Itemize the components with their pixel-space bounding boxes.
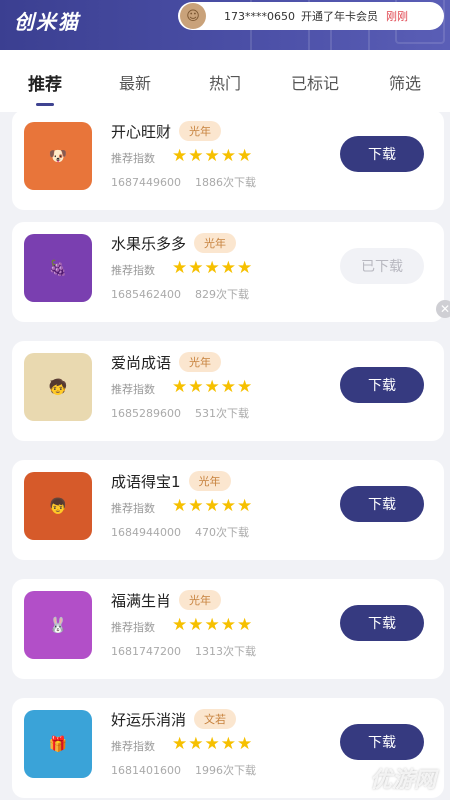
download-count: 1996次下载 [195,764,256,777]
game-card[interactable]: 👦 成语得宝1 光年 推荐指数 ★★★★★ 1684944000 470次下载 下载 [12,460,444,560]
download-count: 1313次下载 [195,645,256,658]
game-meta: 1684944000 470次下载 [111,524,249,540]
publisher-tag: 文若 [194,709,237,729]
rating-label: 推荐指数 [111,152,155,165]
downloaded-button[interactable]: 已下载 [340,248,424,284]
download-button[interactable]: 下载 [340,724,424,760]
download-button[interactable]: 下载 [340,367,424,403]
watermark: 优游网 [369,768,436,793]
rating-stars: ★★★★★ [172,734,254,754]
rating-label: 推荐指数 [111,621,155,634]
rating-label: 推荐指数 [111,264,155,277]
tab-filter[interactable]: 筛选 [360,50,450,112]
publisher-tag: 光年 [194,233,237,253]
notice-phone: 173****0650 [224,9,295,23]
download-count: 531次下载 [195,407,249,420]
close-icon[interactable]: ✕ [436,300,450,318]
download-button[interactable]: 下载 [340,605,424,641]
game-meta: 1681401600 1996次下载 [111,762,256,778]
game-name: 好运乐消消 [111,711,187,729]
download-count: 829次下载 [195,288,249,301]
publisher-tag: 光年 [188,471,231,491]
game-name-row: 水果乐多多 光年 [111,233,237,254]
game-name: 福满生肖 [111,592,172,610]
app-header: 创米猫 ☺ 173****0650 开通了年卡会员 刚刚 [0,0,450,50]
app-logo: 创米猫 [14,10,80,34]
game-id: 1687449600 [111,176,181,189]
game-id: 1681747200 [111,645,181,658]
tab-bar: 推荐 最新 热门 已标记 筛选 [0,50,450,112]
game-card[interactable]: 🐰 福满生肖 光年 推荐指数 ★★★★★ 1681747200 1313次下载 下载 [12,579,444,679]
game-card[interactable]: 🐶 开心旺财 光年 推荐指数 ★★★★★ 1687449600 1886次下载 下载 [12,112,444,210]
rating-stars: ★★★★★ [172,377,254,397]
game-meta: 1685289600 531次下载 [111,405,249,421]
rating-label: 推荐指数 [111,502,155,515]
rating-stars: ★★★★★ [172,496,254,516]
game-name-row: 爱尚成语 光年 [111,352,222,373]
publisher-tag: 光年 [179,352,222,372]
rating-stars: ★★★★★ [172,258,254,278]
game-list[interactable]: 🐶 开心旺财 光年 推荐指数 ★★★★★ 1687449600 1886次下载 下载… [0,112,450,800]
game-card[interactable]: 🧒 爱尚成语 光年 推荐指数 ★★★★★ 1685289600 531次下载 下载 [12,341,444,441]
tab-latest[interactable]: 最新 [90,50,180,112]
download-count: 470次下载 [195,526,249,539]
game-id: 1685462400 [111,288,181,301]
game-icon: 👦 [24,472,92,540]
publisher-tag: 光年 [179,590,222,610]
game-name-row: 福满生肖 光年 [111,590,222,611]
download-count: 1886次下载 [195,176,256,189]
game-name: 成语得宝1 [111,473,181,491]
rating-label: 推荐指数 [111,740,155,753]
game-name-row: 成语得宝1 光年 [111,471,231,492]
tab-hot[interactable]: 热门 [180,50,270,112]
game-id: 1681401600 [111,764,181,777]
game-meta: 1685462400 829次下载 [111,286,249,302]
rating-label: 推荐指数 [111,383,155,396]
game-name: 水果乐多多 [111,235,187,253]
rating-stars: ★★★★★ [172,146,254,166]
notice-time: 刚刚 [386,10,408,23]
game-icon: 🎁 [24,710,92,778]
game-id: 1685289600 [111,407,181,420]
game-id: 1684944000 [111,526,181,539]
notice-message: 开通了年卡会员 [301,10,378,23]
game-name-row: 开心旺财 光年 [111,121,222,142]
user-avatar-icon: ☺ [180,3,206,29]
game-icon: 🍇 [24,234,92,302]
game-name: 开心旺财 [111,123,172,141]
game-name-row: 好运乐消消 文若 [111,709,237,730]
download-button[interactable]: 下载 [340,486,424,522]
game-icon: 🐰 [24,591,92,659]
game-name: 爱尚成语 [111,354,172,372]
game-meta: 1681747200 1313次下载 [111,643,256,659]
tab-recommend[interactable]: 推荐 [0,50,90,112]
download-button[interactable]: 下载 [340,136,424,172]
game-meta: 1687449600 1886次下载 [111,174,256,190]
game-icon: 🐶 [24,122,92,190]
game-card[interactable]: 🍇 水果乐多多 光年 推荐指数 ★★★★★ 1685462400 829次下载 已下… [12,222,450,322]
game-icon: 🧒 [24,353,92,421]
tab-marked[interactable]: 已标记 [270,50,360,112]
membership-notice[interactable]: ☺ 173****0650 开通了年卡会员 刚刚 [178,2,444,30]
publisher-tag: 光年 [179,121,222,141]
rating-stars: ★★★★★ [172,615,254,635]
